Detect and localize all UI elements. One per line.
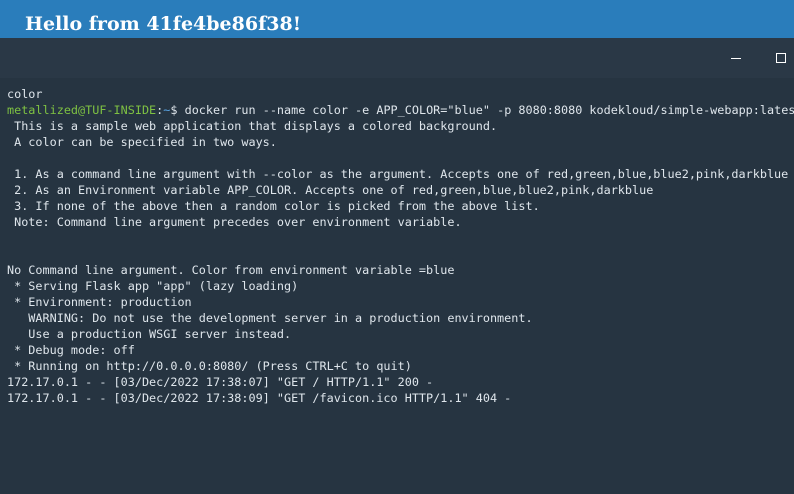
maximize-button[interactable] [764,44,794,72]
command-text: docker run --name color -e APP_COLOR="bl… [184,103,794,117]
page: Hello from 41fe4be86f38! color metallized… [0,0,794,494]
terminal-prompt-line: metallized@TUF-INSIDE:~$ docker run --na… [7,102,794,118]
terminal-line: * Debug mode: off [7,343,135,357]
terminal-line: WARNING: Do not use the development serv… [7,311,533,325]
terminal-line: color [7,87,43,101]
terminal-line: Note: Command line argument precedes ove… [7,215,462,229]
terminal-line: * Serving Flask app "app" (lazy loading) [7,279,299,293]
terminal-line: 1. As a command line argument with --col… [7,167,789,181]
terminal-line: 172.17.0.1 - - [03/Dec/2022 17:38:09] "G… [7,391,512,405]
terminal-line: A color can be specified in two ways. [7,135,277,149]
prompt-symbol: $ [170,103,185,117]
terminal-output[interactable]: color metallized@TUF-INSIDE:~$ docker run… [0,78,794,494]
app-banner: Hello from 41fe4be86f38! [0,0,794,38]
banner-title: Hello from 41fe4be86f38! [25,13,302,35]
terminal-text: color metallized@TUF-INSIDE:~$ docker run… [0,78,794,406]
prompt-user: metallized@TUF-INSIDE [7,103,157,117]
terminal-window: color metallized@TUF-INSIDE:~$ docker run… [0,38,794,494]
terminal-line: 2. As an Environment variable APP_COLOR.… [7,183,654,197]
terminal-line: * Environment: production [7,295,192,309]
maximize-icon [776,53,786,63]
terminal-line: This is a sample web application that di… [7,119,498,133]
minimize-icon [731,58,741,59]
terminal-titlebar[interactable] [0,38,794,78]
terminal-line: 172.17.0.1 - - [03/Dec/2022 17:38:07] "G… [7,375,434,389]
terminal-line: No Command line argument. Color from env… [7,263,455,277]
terminal-line: * Running on http://0.0.0.0:8080/ (Press… [7,359,412,373]
terminal-line: Use a production WSGI server instead. [7,327,292,341]
terminal-line: 3. If none of the above then a random co… [7,199,540,213]
minimize-button[interactable] [719,44,753,72]
